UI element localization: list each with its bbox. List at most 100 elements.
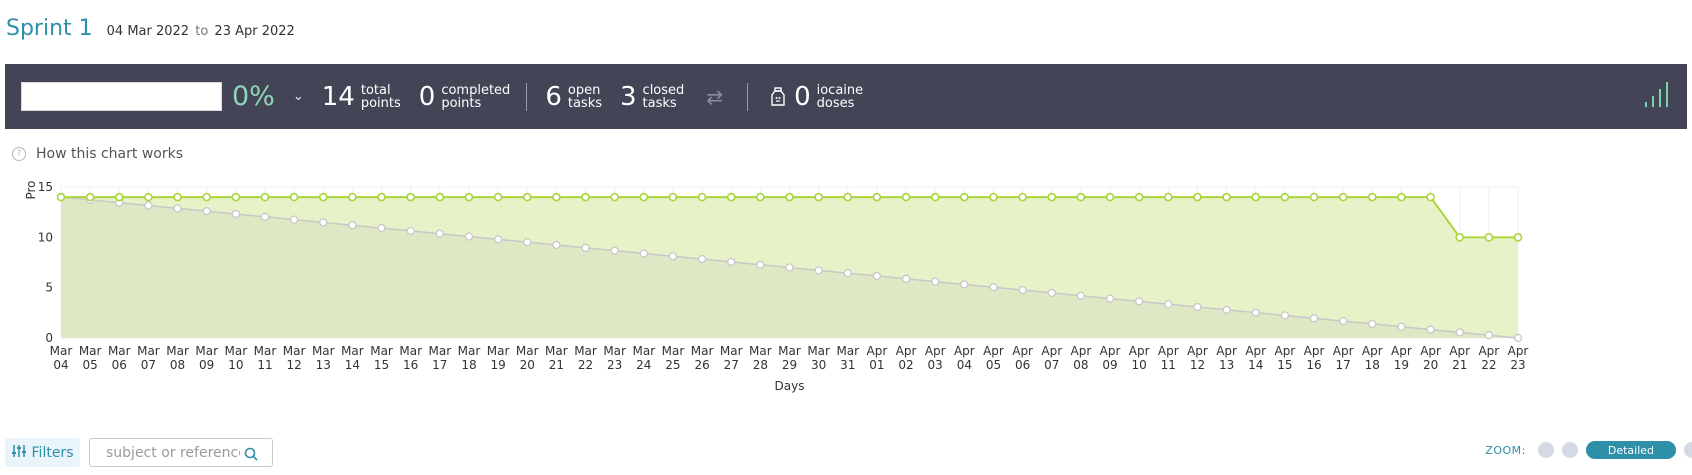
x-tick-label: Mar: [166, 344, 189, 358]
ideal-point: [1513, 333, 1523, 343]
taiga-sprint-page: Sprint 1 04 Mar 2022 to 23 Apr 2022 0% ⌄…: [0, 0, 1692, 475]
ideal-point: [202, 207, 211, 216]
x-tick-label: Mar: [545, 344, 568, 358]
x-tick-label: 19: [490, 358, 505, 372]
x-tick-label: 07: [1044, 358, 1059, 372]
zoom-label: ZOOM:: [1485, 443, 1526, 457]
x-tick-label: 30: [811, 358, 826, 372]
x-tick-label: 19: [1394, 358, 1409, 372]
ideal-point: [727, 257, 736, 267]
actual-point: [552, 192, 561, 202]
x-tick-label: 12: [286, 358, 301, 372]
x-tick-label: 09: [199, 358, 214, 372]
x-tick-label: 11: [1161, 358, 1176, 372]
actual-point: [1193, 192, 1202, 202]
sprint-title[interactable]: Sprint 1: [6, 16, 93, 41]
actual-point: [1484, 233, 1494, 242]
search-icon[interactable]: [244, 446, 258, 461]
x-tick-label: 05: [82, 358, 97, 372]
x-tick-label: 22: [578, 358, 593, 372]
actual-point: [1164, 192, 1173, 202]
sprint-dates: 04 Mar 2022 to 23 Apr 2022: [107, 24, 295, 39]
x-tick-label: 09: [1102, 358, 1117, 372]
actual-point: [989, 192, 998, 202]
x-tick-label: Mar: [691, 344, 714, 358]
signal-bars-icon[interactable]: [1643, 80, 1673, 108]
ideal-point: [814, 266, 823, 275]
ideal-point: [1484, 331, 1494, 340]
x-tick-label: Mar: [225, 344, 248, 358]
x-tick-label: Mar: [370, 344, 393, 358]
x-tick-label: Mar: [574, 344, 597, 358]
actual-point: [144, 192, 153, 202]
actual-point: [1368, 192, 1377, 202]
sprint-start-date: 04 Mar 2022: [106, 24, 190, 39]
ideal-point: [552, 240, 561, 250]
x-tick-label: Apr: [1304, 344, 1325, 358]
ideal-point: [493, 235, 503, 244]
y-tick-label: 0: [45, 331, 53, 345]
ideal-point: [872, 271, 882, 281]
ideal-point: [610, 246, 619, 255]
x-tick-label: Apr: [925, 344, 946, 358]
x-tick-label: Apr: [896, 344, 917, 358]
ideal-point: [668, 252, 678, 261]
actual-point: [1338, 192, 1348, 202]
y-axis-label: Pro: [24, 180, 38, 199]
closed-tasks-value: 3: [620, 81, 637, 112]
filters-label: Filters: [31, 444, 74, 461]
swap-arrows-icon[interactable]: ⇄: [706, 85, 723, 109]
actual-point: [114, 192, 124, 202]
x-tick-label: 14: [1248, 358, 1263, 372]
actual-point: [348, 192, 357, 202]
actual-point: [639, 192, 649, 202]
ideal-point: [406, 226, 415, 236]
stat-divider: [526, 82, 528, 111]
x-tick-label: 18: [461, 358, 476, 372]
ideal-point: [1105, 294, 1115, 303]
search-input[interactable]: [106, 444, 240, 461]
x-tick-label: 15: [1277, 358, 1292, 372]
x-tick-label: Mar: [312, 344, 335, 358]
x-tick-label: Apr: [867, 344, 888, 358]
filters-button[interactable]: Filters: [5, 438, 80, 467]
actual-point: [231, 192, 241, 202]
completed-points-label: completed points: [441, 82, 511, 111]
iocaine-label: iocaine doses: [816, 82, 864, 111]
zoom-level-4[interactable]: [1684, 442, 1692, 458]
x-tick-label: Apr: [1216, 344, 1237, 358]
progress-bar: [21, 82, 222, 111]
zoom-level-detailed[interactable]: Detailed: [1585, 441, 1676, 459]
actual-point: [1105, 192, 1115, 202]
x-tick-label: 29: [782, 358, 797, 372]
zoom-level-2[interactable]: [1561, 442, 1578, 458]
x-tick-label: Mar: [428, 344, 451, 358]
actual-point: [85, 192, 95, 202]
x-tick-label: Mar: [108, 344, 131, 358]
ideal-point: [639, 249, 648, 258]
ideal-point: [348, 221, 357, 230]
zoom-level-1[interactable]: [1537, 442, 1554, 458]
sprint-end-date: 23 Apr 2022: [214, 24, 295, 39]
total-points-stat: 14 total points: [322, 82, 401, 112]
ideal-point: [144, 201, 153, 210]
actual-point: [435, 192, 445, 202]
x-tick-label: 12: [1190, 358, 1205, 372]
x-tick-label: 16: [1306, 358, 1321, 372]
x-tick-label: 04: [53, 358, 68, 372]
x-tick-label: Mar: [516, 344, 539, 358]
x-tick-label: Apr: [1245, 344, 1266, 358]
x-tick-label: Apr: [1274, 344, 1295, 358]
x-tick-label: 28: [753, 358, 768, 372]
x-tick-label: Mar: [836, 344, 859, 358]
actual-point: [726, 192, 736, 202]
x-tick-label: 08: [170, 358, 185, 372]
x-tick-label: Apr: [1391, 344, 1412, 358]
chevron-down-icon[interactable]: ⌄: [293, 89, 304, 104]
actual-point: [1251, 192, 1261, 202]
actual-point: [202, 192, 211, 202]
x-tick-label: Mar: [283, 344, 306, 358]
open-tasks-value: 6: [545, 81, 562, 112]
how-chart-works-link[interactable]: ? How this chart works: [12, 146, 183, 162]
ideal-point: [1076, 291, 1086, 300]
